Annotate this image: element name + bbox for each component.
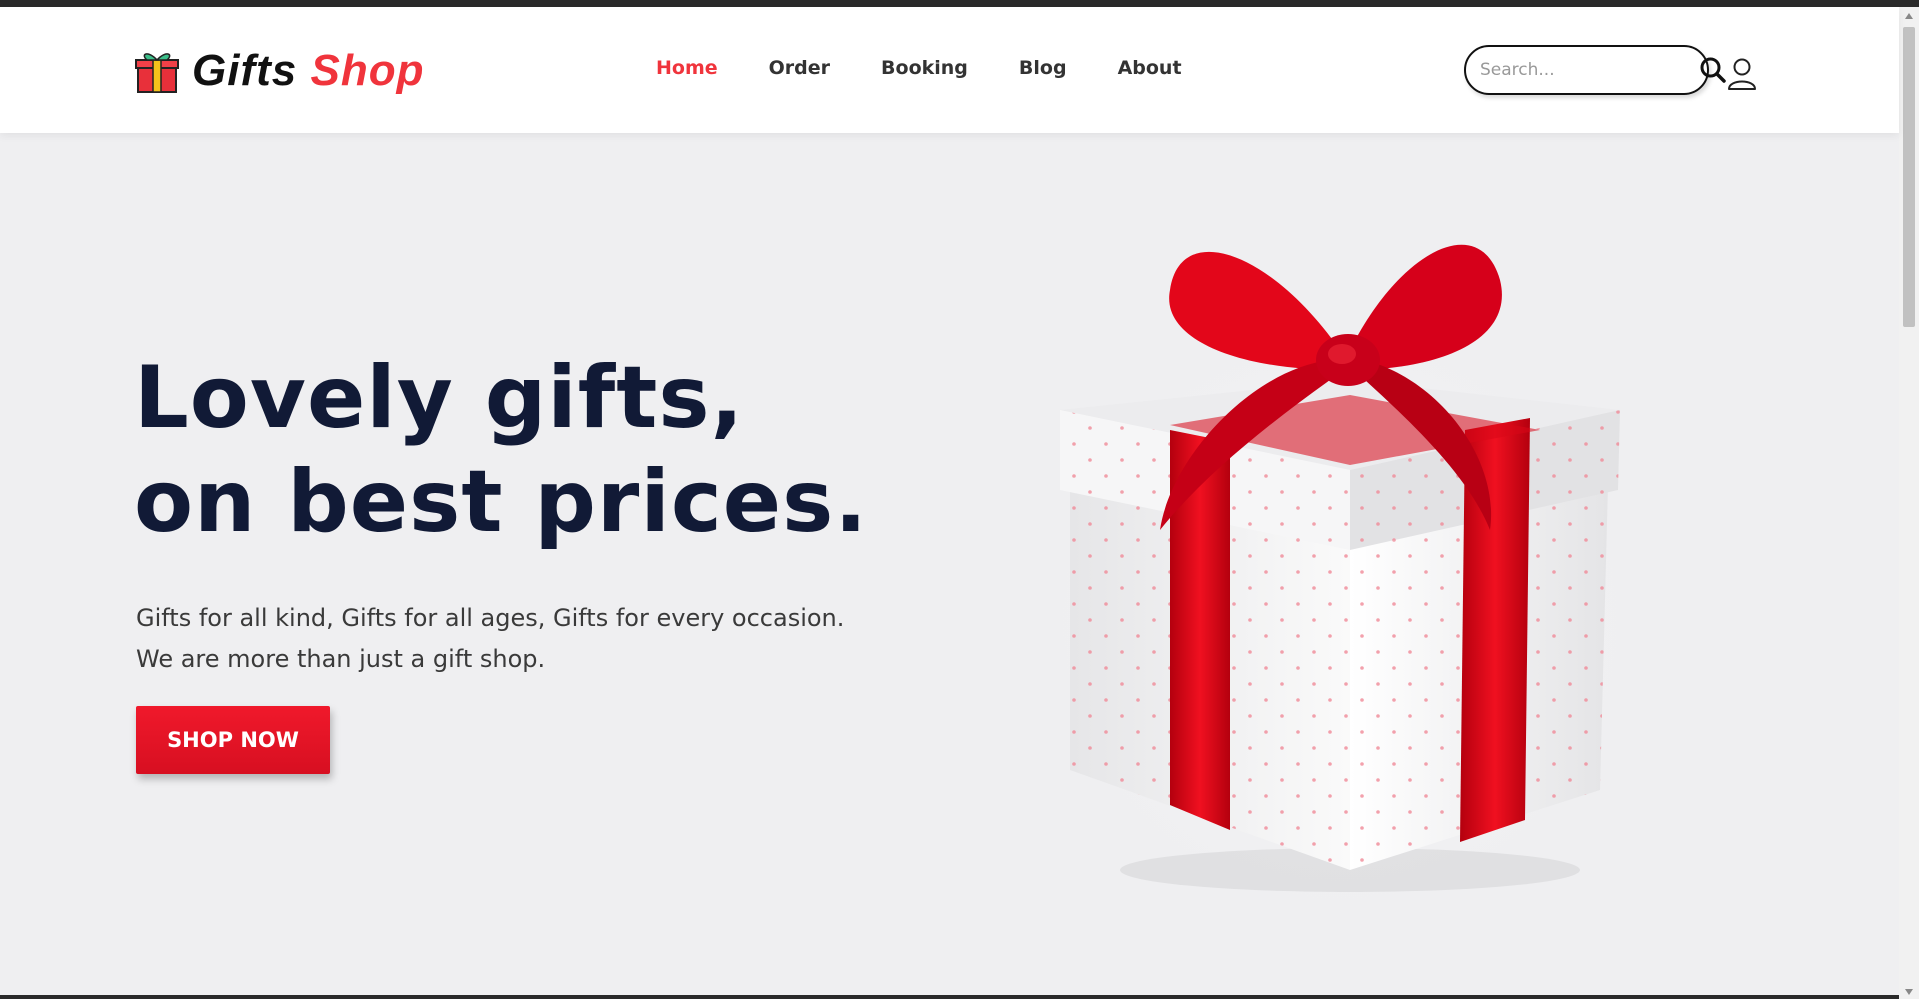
brand-name-part2: Shop (310, 46, 425, 95)
search-icon (1700, 57, 1726, 83)
brand-name-part1: Gifts (192, 46, 298, 95)
search-box (1464, 45, 1726, 95)
search-button[interactable] (1699, 54, 1727, 86)
main-nav: Home Order Booking Blog About (656, 57, 1182, 79)
search-input[interactable] (1480, 60, 1699, 80)
gift-box-image (1020, 244, 1660, 900)
browser-bottom-bar (0, 995, 1899, 999)
gift-logo-icon (135, 53, 179, 93)
nav-item-about[interactable]: About (1118, 57, 1182, 79)
nav-item-home[interactable]: Home (656, 57, 718, 79)
nav-item-order[interactable]: Order (769, 57, 830, 79)
user-icon[interactable] (1726, 57, 1758, 91)
hero-subtitle: Gifts for all kind, Gifts for all ages, … (136, 598, 844, 680)
hero-subtitle-line2: We are more than just a gift shop. (136, 645, 546, 673)
scrollbar[interactable] (1899, 7, 1919, 999)
shop-now-button[interactable]: SHOP NOW (136, 706, 330, 774)
brand-logo[interactable]: Gifts Shop (134, 39, 424, 103)
hero-subtitle-line1: Gifts for all kind, Gifts for all ages, … (136, 604, 845, 632)
hero-title-line2: on best prices. (134, 452, 868, 552)
nav-item-booking[interactable]: Booking (881, 57, 968, 79)
nav-item-blog[interactable]: Blog (1019, 57, 1067, 79)
site-header: Gifts Shop Home Order Booking Blog About (0, 7, 1899, 133)
hero-title: Lovely gifts, on best prices. (134, 346, 868, 554)
browser-top-bar (0, 0, 1919, 7)
scroll-down-arrow-icon[interactable] (1905, 989, 1913, 995)
scroll-up-arrow-icon[interactable] (1905, 13, 1913, 19)
brand-name: Gifts Shop (192, 46, 424, 96)
scrollbar-thumb[interactable] (1903, 27, 1915, 327)
hero-title-line1: Lovely gifts, (134, 348, 745, 448)
